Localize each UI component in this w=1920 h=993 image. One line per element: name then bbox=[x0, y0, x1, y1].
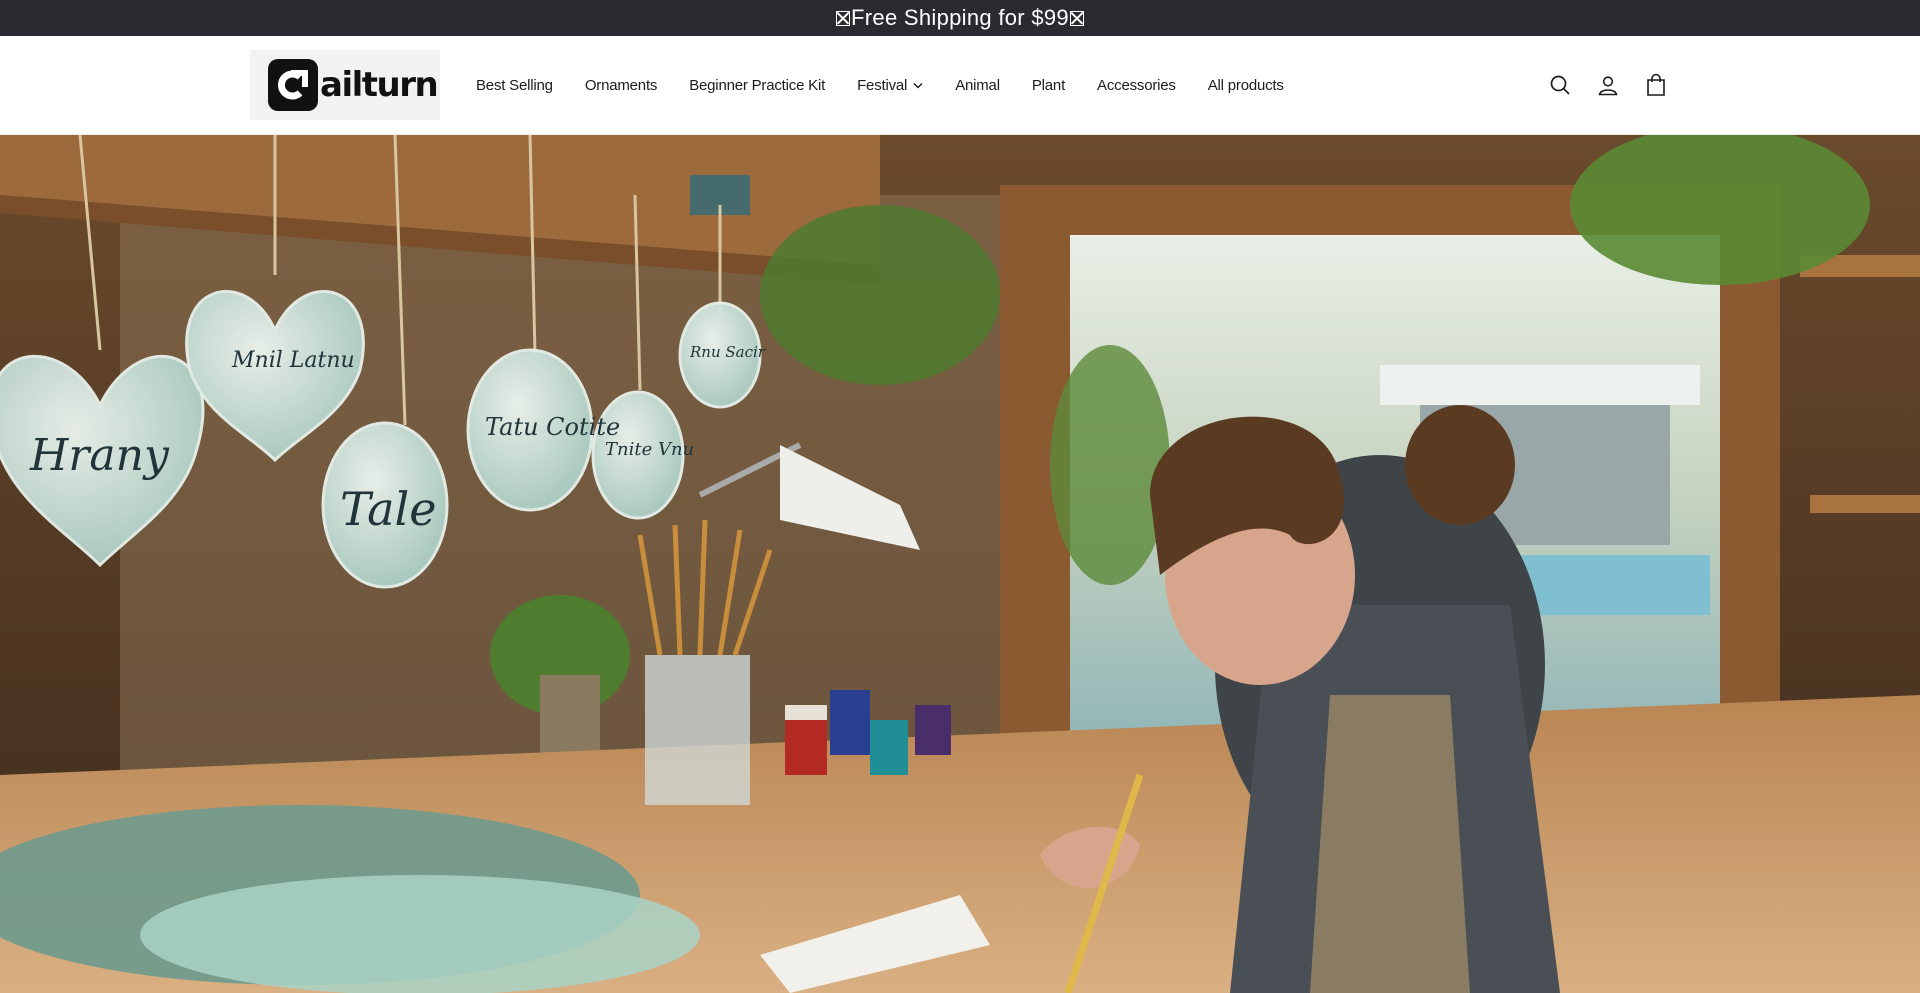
ornament-text: Tnite Vnu bbox=[605, 439, 694, 460]
nav-item-ornaments[interactable]: Ornaments bbox=[584, 77, 658, 94]
nav-label: Best Selling bbox=[476, 77, 553, 94]
brand-name: ailturn bbox=[320, 65, 439, 105]
account-icon[interactable] bbox=[1594, 70, 1622, 100]
ornament-text: Tatu Cotite bbox=[485, 413, 620, 441]
nav-item-all-products[interactable]: All products bbox=[1208, 77, 1284, 94]
brand-logo[interactable]: ailturn bbox=[250, 50, 440, 120]
nav-label: Accessories bbox=[1097, 77, 1176, 94]
nav-item-festival[interactable]: Festival bbox=[857, 77, 923, 94]
nav-label: Plant bbox=[1031, 77, 1066, 94]
announcement-bar: Free Shipping for $99 bbox=[0, 0, 1920, 36]
header-icons bbox=[1546, 70, 1690, 100]
nav-label: Ornaments bbox=[584, 77, 658, 94]
main-nav: Best Selling Ornaments Beginner Practice… bbox=[476, 36, 1316, 135]
chevron-down-icon bbox=[913, 83, 923, 89]
search-icon[interactable] bbox=[1546, 70, 1574, 100]
nav-item-plant[interactable]: Plant bbox=[1032, 77, 1065, 94]
workshop-scene-image: Hrany Mnil Latnu Tale Tatu Cotite Tnite … bbox=[0, 135, 1920, 993]
logo-mark-icon bbox=[268, 59, 318, 111]
nav-item-animal[interactable]: Animal bbox=[955, 77, 1000, 94]
announcement-text: Free Shipping for $99 bbox=[851, 5, 1069, 30]
nav-item-beginner-practice-kit[interactable]: Beginner Practice Kit bbox=[689, 77, 825, 94]
nav-label: Beginner Practice Kit bbox=[689, 77, 826, 94]
ornament-text: Tale bbox=[340, 482, 436, 536]
nav-label: Festival bbox=[857, 77, 908, 94]
ornament-text: Hrany bbox=[29, 430, 170, 481]
nav-label: Animal bbox=[955, 77, 1000, 94]
missing-glyph-icon bbox=[1069, 10, 1084, 26]
cart-icon[interactable] bbox=[1642, 70, 1670, 100]
site-header: ailturn Best Selling Ornaments Beginner … bbox=[0, 36, 1920, 135]
missing-glyph-icon bbox=[836, 10, 851, 26]
ornament-text: Rnu Sacir bbox=[689, 343, 766, 361]
hero-banner-image: Hrany Mnil Latnu Tale Tatu Cotite Tnite … bbox=[0, 135, 1920, 993]
nav-item-best-selling[interactable]: Best Selling bbox=[476, 77, 553, 94]
nav-item-accessories[interactable]: Accessories bbox=[1097, 77, 1176, 94]
nav-label: All products bbox=[1207, 77, 1284, 94]
ornament-text: Mnil Latnu bbox=[231, 348, 355, 373]
